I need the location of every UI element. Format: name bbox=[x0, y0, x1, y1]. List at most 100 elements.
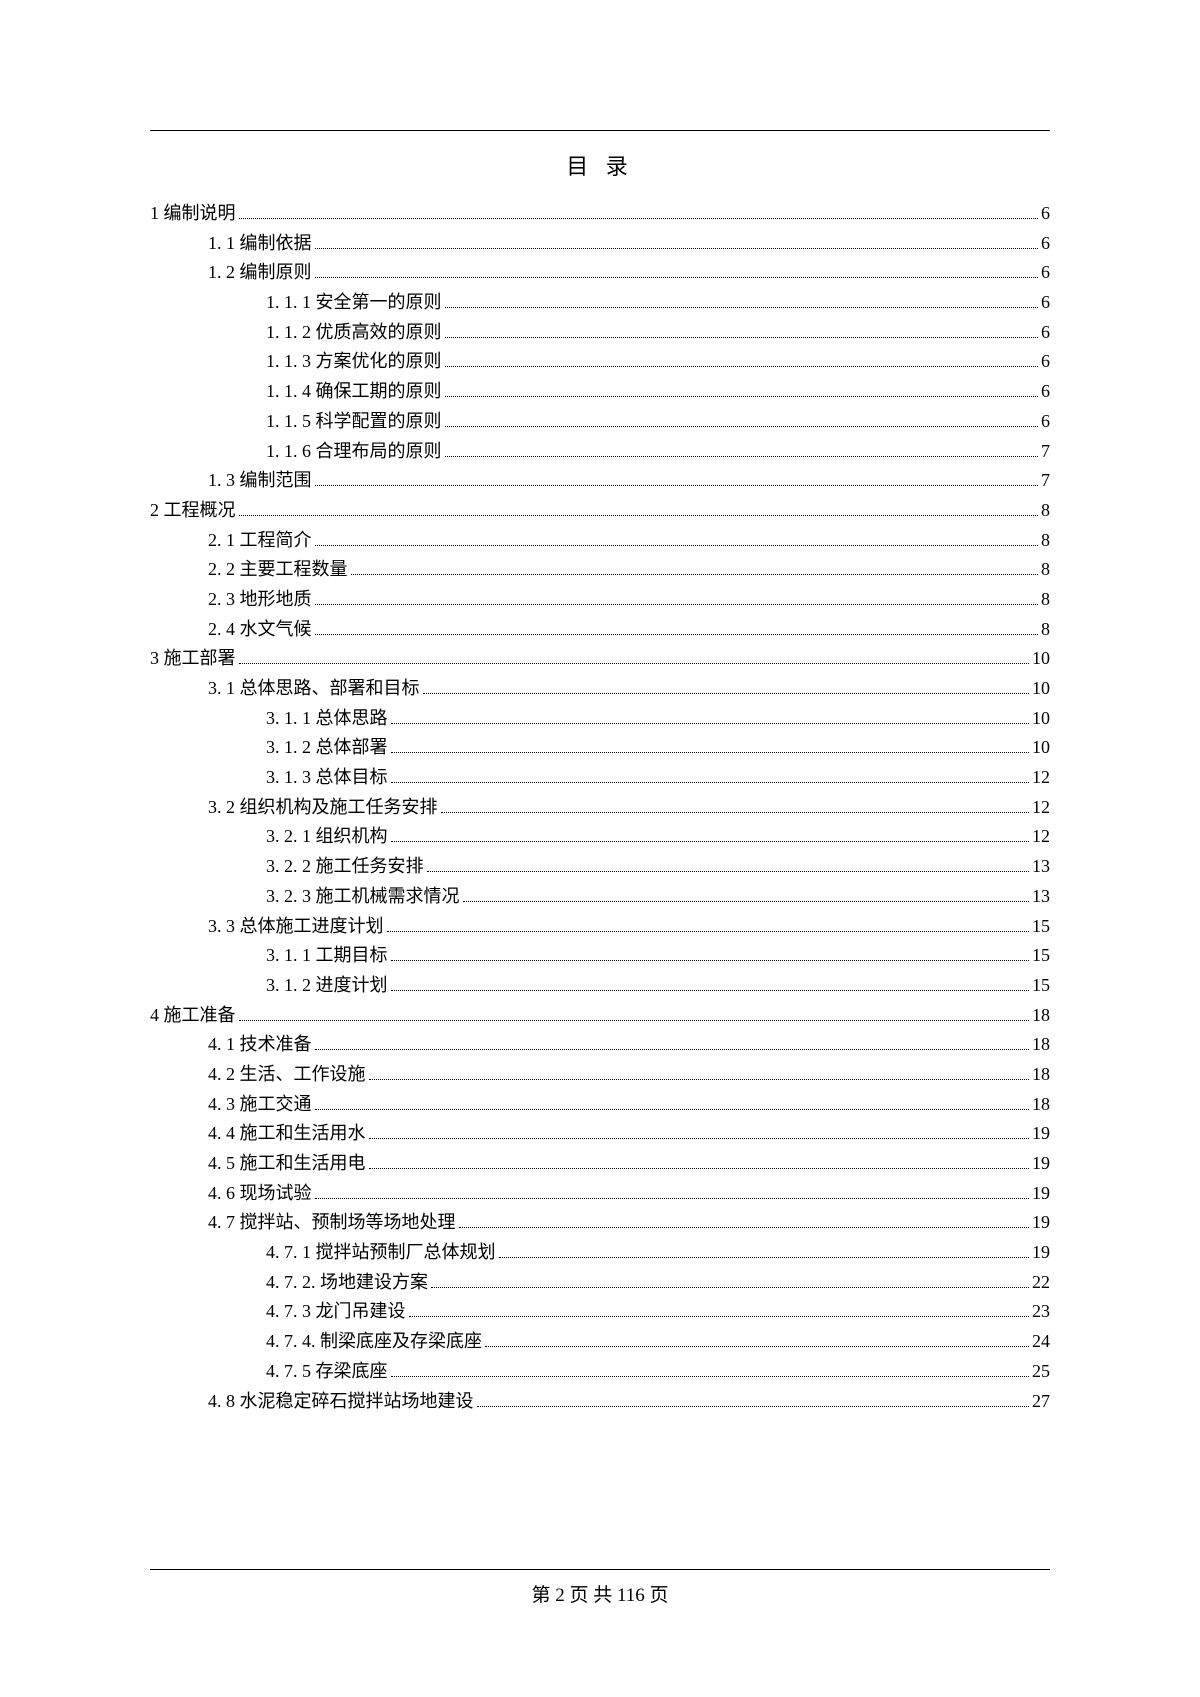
toc-entry: 4. 5 施工和生活用电19 bbox=[150, 1149, 1050, 1179]
toc-entry-label: 3. 2. 1 组织机构 bbox=[266, 822, 388, 852]
toc-entry: 3. 1 总体思路、部署和目标 10 bbox=[150, 674, 1050, 704]
toc-entry-page: 6 bbox=[1041, 318, 1050, 348]
toc-entry-label: 2. 1 工程简介 bbox=[208, 526, 312, 556]
toc-entry: 3. 1. 3 总体目标12 bbox=[150, 763, 1050, 793]
toc-entry-label: 3. 1. 2 总体部署 bbox=[266, 733, 388, 763]
toc-entry-label: 3. 3 总体施工进度计划 bbox=[208, 912, 384, 942]
toc-entry-label: 4. 7 搅拌站、预制场等场地处理 bbox=[208, 1208, 456, 1238]
toc-entry-label: 4. 7. 1 搅拌站预制厂总体规划 bbox=[266, 1238, 496, 1268]
toc-entry-page: 15 bbox=[1032, 941, 1050, 971]
toc-entry-label: 4. 7. 5 存梁底座 bbox=[266, 1357, 388, 1387]
toc-entry-label: 4. 6 现场试验 bbox=[208, 1179, 312, 1209]
toc-entry-label: 4. 5 施工和生活用电 bbox=[208, 1149, 366, 1179]
toc-entry: 4. 7. 5 存梁底座 25 bbox=[150, 1357, 1050, 1387]
toc-leader-dots bbox=[445, 440, 1039, 456]
toc-entry-page: 18 bbox=[1032, 1030, 1050, 1060]
toc-entry: 2. 2 主要工程数量 8 bbox=[150, 555, 1050, 585]
toc-leader-dots bbox=[369, 1064, 1030, 1080]
toc-leader-dots bbox=[441, 797, 1030, 813]
toc-leader-dots bbox=[445, 411, 1039, 427]
toc-entry-label: 2. 3 地形地质 bbox=[208, 585, 312, 615]
toc-entry-page: 13 bbox=[1032, 882, 1050, 912]
toc-leader-dots bbox=[459, 1212, 1030, 1228]
toc-entry-label: 4. 7. 2. 场地建设方案 bbox=[266, 1268, 428, 1298]
toc-leader-dots bbox=[387, 915, 1030, 931]
toc-leader-dots bbox=[315, 618, 1039, 634]
toc-leader-dots bbox=[485, 1331, 1029, 1347]
toc-entry: 4. 7. 4. 制梁底座及存梁底座24 bbox=[150, 1327, 1050, 1357]
toc-entry-page: 8 bbox=[1041, 555, 1050, 585]
toc-entry-label: 4. 4 施工和生活用水 bbox=[208, 1119, 366, 1149]
toc-entry: 1 编制说明6 bbox=[150, 199, 1050, 229]
toc-entry-label: 3. 2. 3 施工机械需求情况 bbox=[266, 882, 460, 912]
toc-entry: 1. 3 编制范围 7 bbox=[150, 466, 1050, 496]
toc-entry-label: 1. 3 编制范围 bbox=[208, 466, 312, 496]
toc-entry-label: 1. 1. 2 优质高效的原则 bbox=[266, 318, 442, 348]
toc-leader-dots bbox=[315, 1183, 1030, 1199]
toc-entry-label: 3. 1. 1 总体思路 bbox=[266, 704, 388, 734]
toc-entry: 3. 2. 3 施工机械需求情况 13 bbox=[150, 882, 1050, 912]
toc-entry-page: 25 bbox=[1032, 1357, 1050, 1387]
toc-entry: 4. 7 搅拌站、预制场等场地处理 19 bbox=[150, 1208, 1050, 1238]
toc-entry: 3. 2. 2 施工任务安排13 bbox=[150, 852, 1050, 882]
toc-entry-page: 10 bbox=[1032, 733, 1050, 763]
toc-entry: 3. 1. 1 总体思路 10 bbox=[150, 704, 1050, 734]
toc-leader-dots bbox=[315, 1093, 1030, 1109]
toc-entry: 4. 7. 3 龙门吊建设 23 bbox=[150, 1297, 1050, 1327]
toc-entry-label: 4. 1 技术准备 bbox=[208, 1030, 312, 1060]
toc-entry: 4. 7. 2. 场地建设方案22 bbox=[150, 1268, 1050, 1298]
toc-leader-dots bbox=[315, 262, 1039, 278]
toc-leader-dots bbox=[369, 1123, 1030, 1139]
toc-entry: 4. 4 施工和生活用水19 bbox=[150, 1119, 1050, 1149]
toc-entry-page: 24 bbox=[1032, 1327, 1050, 1357]
toc-leader-dots bbox=[445, 292, 1039, 308]
toc-entry-page: 27 bbox=[1032, 1387, 1050, 1417]
toc-entry: 4. 7. 1 搅拌站预制厂总体规划19 bbox=[150, 1238, 1050, 1268]
toc-entry-label: 3. 1. 2 进度计划 bbox=[266, 971, 388, 1001]
toc-entry-page: 15 bbox=[1032, 912, 1050, 942]
toc-entry: 3. 2. 1 组织机构 12 bbox=[150, 822, 1050, 852]
toc-entry: 4. 1 技术准备 18 bbox=[150, 1030, 1050, 1060]
toc-leader-dots bbox=[477, 1390, 1030, 1406]
toc-entry: 1. 1. 4 确保工期的原则6 bbox=[150, 377, 1050, 407]
toc-entry: 1. 1. 2 优质高效的原则 6 bbox=[150, 318, 1050, 348]
toc-entry-label: 4. 7. 3 龙门吊建设 bbox=[266, 1297, 406, 1327]
toc-entry-page: 6 bbox=[1041, 407, 1050, 437]
toc-entry: 3. 1. 2 进度计划 15 bbox=[150, 971, 1050, 1001]
toc-leader-dots bbox=[391, 737, 1030, 753]
toc-entry-label: 2. 2 主要工程数量 bbox=[208, 555, 348, 585]
toc-entry-label: 3 施工部署 bbox=[150, 644, 236, 674]
toc-entry-page: 10 bbox=[1032, 704, 1050, 734]
toc-entry-page: 18 bbox=[1032, 1060, 1050, 1090]
toc-leader-dots bbox=[463, 886, 1030, 902]
toc-entry: 1. 1. 6 合理布局的原则7 bbox=[150, 437, 1050, 467]
toc-entry-page: 8 bbox=[1041, 526, 1050, 556]
toc-entry-label: 4. 2 生活、工作设施 bbox=[208, 1060, 366, 1090]
toc-entry-page: 10 bbox=[1032, 674, 1050, 704]
toc-entry-label: 1. 2 编制原则 bbox=[208, 258, 312, 288]
toc-entry: 3. 3 总体施工进度计划 15 bbox=[150, 912, 1050, 942]
toc-leader-dots bbox=[239, 648, 1030, 664]
toc-entry-label: 1. 1. 4 确保工期的原则 bbox=[266, 377, 442, 407]
toc-entry-page: 8 bbox=[1041, 496, 1050, 526]
toc-entry-page: 12 bbox=[1032, 763, 1050, 793]
toc-entry-page: 8 bbox=[1041, 615, 1050, 645]
toc-entry-page: 6 bbox=[1041, 288, 1050, 318]
toc-entry-page: 19 bbox=[1032, 1179, 1050, 1209]
toc-entry-page: 19 bbox=[1032, 1208, 1050, 1238]
toc-entry-label: 3. 1 总体思路、部署和目标 bbox=[208, 674, 420, 704]
toc-entry-page: 15 bbox=[1032, 971, 1050, 1001]
toc-entry-page: 7 bbox=[1041, 466, 1050, 496]
toc-entry: 4. 6 现场试验 19 bbox=[150, 1179, 1050, 1209]
toc-entry: 4. 3 施工交通18 bbox=[150, 1090, 1050, 1120]
table-of-contents: 1 编制说明61. 1 编制依据61. 2 编制原则 6 1. 1. 1 安全第一的… bbox=[150, 199, 1050, 1416]
toc-entry-page: 12 bbox=[1032, 822, 1050, 852]
toc-entry-label: 1. 1. 1 安全第一的原则 bbox=[266, 288, 442, 318]
toc-entry-page: 23 bbox=[1032, 1297, 1050, 1327]
toc-leader-dots bbox=[239, 500, 1039, 516]
toc-entry-page: 7 bbox=[1041, 437, 1050, 467]
toc-entry-page: 8 bbox=[1041, 585, 1050, 615]
toc-entry: 1. 1 编制依据6 bbox=[150, 229, 1050, 259]
toc-leader-dots bbox=[391, 767, 1030, 783]
toc-entry-label: 4. 8 水泥稳定碎石搅拌站场地建设 bbox=[208, 1387, 474, 1417]
